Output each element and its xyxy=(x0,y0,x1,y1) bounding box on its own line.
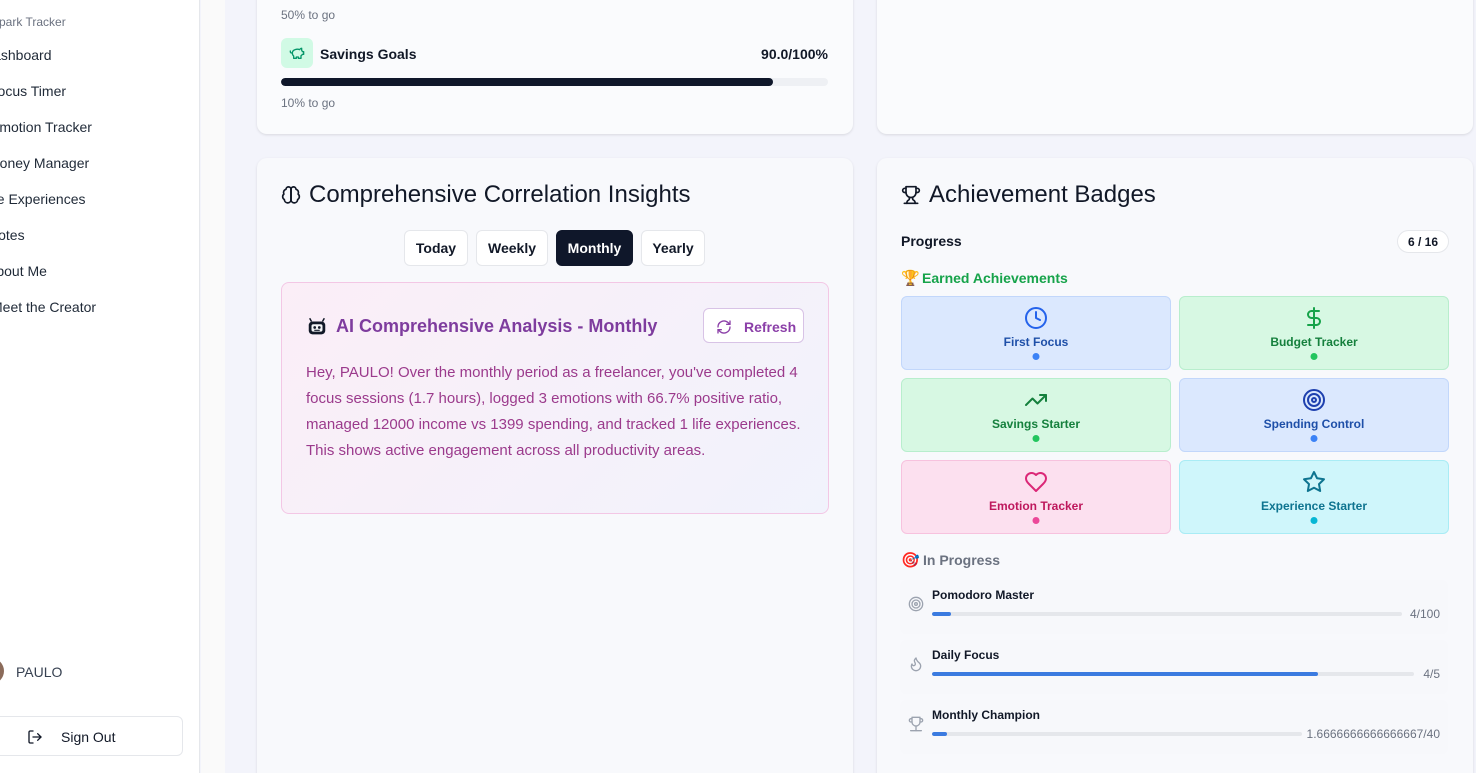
sidebar-item-dashboard[interactable]: Dashboard xyxy=(0,47,52,63)
savings-goal-progress-fill xyxy=(281,78,774,86)
achievement-progress-fill xyxy=(932,732,948,736)
savings-goal-to-go: 10% to go xyxy=(281,96,336,110)
content-gutter xyxy=(201,0,225,773)
badge-first-focus[interactable]: First Focus xyxy=(901,296,1171,370)
period-tab-yearly[interactable]: Yearly xyxy=(641,230,705,266)
sidebar-item-focus-timer[interactable]: Focus Timer xyxy=(0,83,66,99)
flame-icon xyxy=(910,657,922,672)
badge-emotion-tracker[interactable]: Emotion Tracker xyxy=(901,460,1171,534)
clock-icon xyxy=(1025,307,1047,329)
badge-name: Budget Tracker xyxy=(1270,335,1358,349)
in-progress-label: In Progress xyxy=(923,552,1001,568)
app-brand: Spark Tracker xyxy=(0,15,66,29)
ai-analysis-panel: AI Comprehensive Analysis - Monthly Refr… xyxy=(281,282,829,514)
badge-experience-starter[interactable]: Experience Starter xyxy=(1179,460,1449,534)
badge-earned-dot xyxy=(1032,353,1040,360)
piggy-bank-icon xyxy=(289,47,305,59)
trophy-icon xyxy=(908,716,924,732)
brain-icon xyxy=(281,186,301,204)
sidebar-item-emotion-tracker[interactable]: Emotion Tracker xyxy=(0,119,92,135)
earned-trophy-icon: 🏆 xyxy=(901,270,920,287)
badge-earned-dot xyxy=(1310,353,1318,360)
ai-analysis-text: Hey, PAULO! Over the monthly period as a… xyxy=(306,364,801,459)
achievement-name: Pomodoro Master xyxy=(932,588,1035,602)
top-right-card xyxy=(877,0,1473,134)
in-progress-target-icon: 🎯 xyxy=(901,552,920,569)
sidebar-item-notes[interactable]: Notes xyxy=(0,227,25,243)
earned-achievements-label: Earned Achievements xyxy=(922,270,1068,286)
achievements-count-badge: 6 / 16 xyxy=(1397,230,1449,253)
achievement-name: Monthly Champion xyxy=(932,708,1040,722)
badge-name: First Focus xyxy=(1003,335,1069,349)
period-tab-monthly[interactable]: Monthly xyxy=(556,230,633,266)
achievements-progress-label: Progress xyxy=(901,233,962,249)
sign-out-button[interactable]: Sign Out xyxy=(0,716,183,756)
period-tab-weekly[interactable]: Weekly xyxy=(476,230,548,266)
badge-spending-control[interactable]: Spending Control xyxy=(1179,378,1449,452)
avatar xyxy=(0,658,4,684)
user-name: PAULO xyxy=(16,664,63,680)
insights-title: Comprehensive Correlation Insights xyxy=(309,181,691,208)
user-profile[interactable]: PAULO xyxy=(0,657,190,687)
savings-goal-icon-box xyxy=(281,38,313,68)
achievement-progress-fill xyxy=(932,672,1318,676)
goals-card: 50% to go Savings Goals 90.0/100% 10% to… xyxy=(257,0,853,134)
in-progress-pomodoro-master[interactable]: Pomodoro Master 4/100 xyxy=(900,580,1448,634)
savings-goal-progress xyxy=(281,78,828,86)
badge-budget-tracker[interactable]: Budget Tracker xyxy=(1179,296,1449,370)
sidebar-item-life-experiences[interactable]: Life Experiences xyxy=(0,191,86,207)
robot-icon xyxy=(308,317,326,335)
badge-earned-dot xyxy=(1310,435,1318,442)
heart-icon xyxy=(1025,472,1047,492)
badge-name: Emotion Tracker xyxy=(988,499,1084,513)
badge-name: Spending Control xyxy=(1263,417,1365,431)
sidebar-item-money-manager[interactable]: Money Manager xyxy=(0,155,89,171)
target-icon xyxy=(908,596,924,612)
achievement-progress-value: 1.6666666666666667/40 xyxy=(1306,727,1440,741)
badge-name: Experience Starter xyxy=(1260,499,1368,513)
prev-goal-to-go: 50% to go xyxy=(281,8,336,22)
sidebar-item-about-me[interactable]: About Me xyxy=(0,263,47,279)
badge-name: Savings Starter xyxy=(991,417,1081,431)
logout-icon xyxy=(28,730,42,744)
dollar-icon xyxy=(1307,307,1321,329)
badge-savings-starter[interactable]: Savings Starter xyxy=(901,378,1171,452)
refresh-label: Refresh xyxy=(744,319,797,335)
period-tab-today[interactable]: Today xyxy=(404,230,468,266)
in-progress-monthly-champion[interactable]: Monthly Champion 1.6666666666666667/40 xyxy=(900,700,1448,754)
trending-up-icon xyxy=(1025,394,1047,406)
refresh-icon xyxy=(717,320,731,334)
achievement-name: Daily Focus xyxy=(932,648,1000,662)
badge-earned-dot xyxy=(1310,517,1318,524)
achievement-progress-track xyxy=(932,732,1302,736)
achievement-progress-fill xyxy=(932,612,951,616)
sign-out-label: Sign Out xyxy=(61,729,116,745)
refresh-button[interactable]: Refresh xyxy=(703,308,804,343)
badge-earned-dot xyxy=(1032,517,1040,524)
trophy-icon xyxy=(901,185,921,205)
sidebar: Spark Tracker Dashboard Focus Timer Emot… xyxy=(0,0,200,773)
achievement-progress-track xyxy=(932,672,1414,676)
ai-analysis-title: AI Comprehensive Analysis - Monthly xyxy=(336,316,658,336)
star-icon xyxy=(1303,471,1325,493)
savings-goal-label: Savings Goals xyxy=(320,46,417,62)
achievement-progress-track xyxy=(932,612,1402,616)
badge-earned-dot xyxy=(1032,435,1040,442)
achievements-title: Achievement Badges xyxy=(929,181,1156,208)
achievement-progress-value: 4/5 xyxy=(1423,667,1440,681)
savings-goal-value: 90.0/100% xyxy=(761,46,828,62)
achievement-progress-value: 4/100 xyxy=(1409,607,1440,621)
sidebar-item-meet-the-creator[interactable]: Meet the Creator xyxy=(0,299,96,315)
in-progress-daily-focus[interactable]: Daily Focus 4/5 xyxy=(900,640,1448,694)
target-icon xyxy=(1303,389,1325,411)
